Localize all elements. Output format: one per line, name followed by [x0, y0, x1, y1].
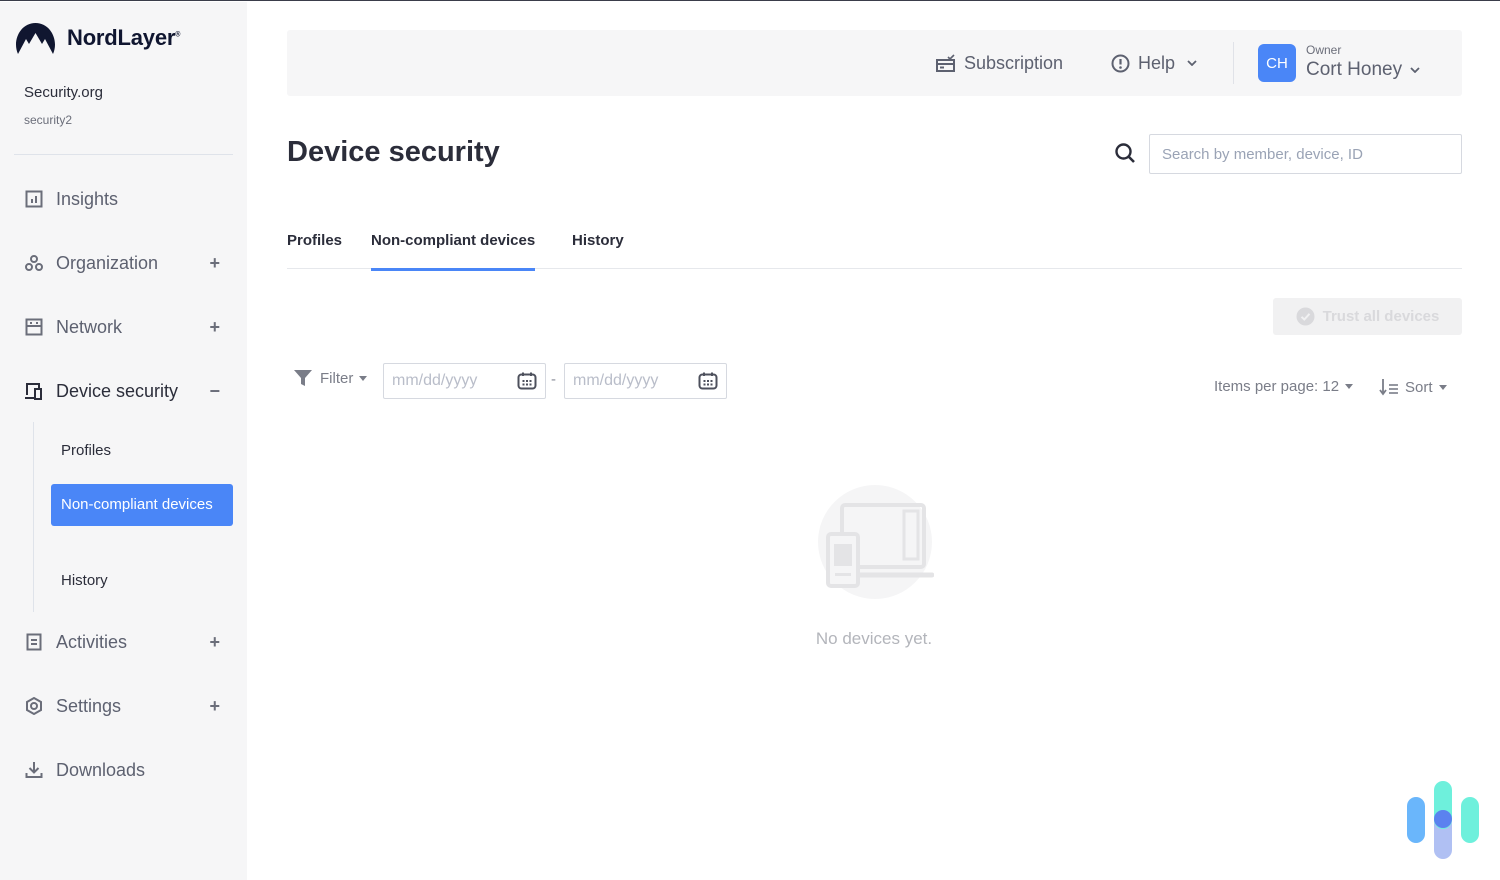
subscription-icon [936, 54, 956, 72]
insights-icon [24, 189, 44, 209]
sidebar-subitem-non-compliant-devices[interactable]: Non-compliant devices [51, 484, 233, 526]
avatar[interactable]: CH [1258, 44, 1296, 82]
help-label: Help [1138, 53, 1175, 74]
top-bar: Subscription Help CH Owner Cort Honey [287, 30, 1462, 96]
tab-history[interactable]: History [572, 232, 624, 269]
organization-name: Security.org [24, 84, 103, 101]
user-name: Cort Honey [1306, 59, 1402, 81]
search-input[interactable] [1149, 134, 1462, 174]
device-security-icon [24, 381, 44, 401]
expand-icon[interactable]: + [209, 253, 220, 274]
sidebar-item-device-security[interactable]: Device security − [24, 376, 224, 406]
downloads-icon [24, 760, 44, 780]
sidebar-item-label: Device security [56, 381, 178, 402]
organization-id: security2 [24, 113, 72, 127]
user-role: Owner [1306, 43, 1341, 57]
settings-icon [24, 696, 44, 716]
sidebar-divider [14, 154, 233, 155]
chevron-down-icon [1410, 67, 1420, 73]
sidebar-item-label: Organization [56, 253, 158, 274]
calendar-icon[interactable] [698, 372, 718, 390]
caret-down-icon [359, 376, 367, 381]
sort-label: Sort [1405, 379, 1433, 396]
caret-down-icon [1345, 384, 1353, 389]
no-devices-illustration-icon [816, 483, 934, 601]
filter-icon [294, 370, 312, 387]
sort-dropdown[interactable]: Sort [1379, 378, 1447, 396]
sidebar-item-label: Insights [56, 189, 118, 210]
filter-label: Filter [320, 370, 353, 387]
trust-all-devices-label: Trust all devices [1323, 308, 1440, 325]
organization-icon [24, 253, 44, 273]
sidebar-item-label: Network [56, 317, 122, 338]
header-divider [1233, 42, 1234, 84]
expand-icon[interactable]: + [209, 696, 220, 717]
sidebar-subitem-profiles[interactable]: Profiles [51, 442, 233, 459]
date-to-placeholder: mm/dd/yyyy [573, 372, 658, 390]
check-circle-icon [1296, 307, 1315, 326]
brand-name: NordLayer® [67, 25, 180, 51]
sidebar-item-insights[interactable]: Insights [24, 184, 224, 214]
caret-down-icon [1439, 385, 1447, 390]
help-icon [1111, 54, 1130, 73]
help-menu[interactable]: Help [1111, 30, 1205, 96]
sidebar-item-network[interactable]: Network + [24, 312, 224, 342]
network-icon [24, 317, 44, 337]
security-org-badge-icon [1404, 779, 1482, 861]
empty-state-message: No devices yet. [0, 629, 1500, 649]
subscription-link[interactable]: Subscription [936, 30, 1063, 96]
subnav-line [33, 422, 34, 612]
sidebar: NordLayer® Security.org security2 Insigh… [0, 2, 247, 880]
filter-dropdown[interactable]: Filter [294, 370, 367, 387]
sidebar-item-downloads[interactable]: Downloads [24, 755, 224, 785]
search-icon[interactable] [1114, 142, 1136, 164]
calendar-icon[interactable] [517, 372, 537, 390]
date-range-separator: - [551, 371, 556, 388]
date-from-input[interactable]: mm/dd/yyyy [383, 363, 546, 399]
sidebar-subitem-history[interactable]: History [51, 572, 233, 589]
subscription-label: Subscription [964, 53, 1063, 74]
tab-non-compliant-devices[interactable]: Non-compliant devices [371, 232, 535, 269]
trust-all-devices-button[interactable]: Trust all devices [1273, 298, 1462, 335]
nordlayer-mountain-icon [14, 21, 57, 55]
items-per-page-label: Items per page: 12 [1214, 378, 1339, 395]
sidebar-item-label: Downloads [56, 760, 145, 781]
date-from-placeholder: mm/dd/yyyy [392, 372, 477, 390]
chevron-down-icon [1187, 60, 1197, 66]
tab-profiles[interactable]: Profiles [287, 232, 342, 269]
sort-icon [1379, 378, 1399, 396]
sidebar-item-organization[interactable]: Organization + [24, 248, 224, 278]
tabs: Profiles Non-compliant devices History [287, 221, 1462, 269]
sidebar-item-settings[interactable]: Settings + [24, 691, 224, 721]
user-menu[interactable]: Cort Honey [1306, 59, 1420, 81]
collapse-icon[interactable]: − [209, 381, 220, 402]
expand-icon[interactable]: + [209, 317, 220, 338]
sidebar-item-label: Settings [56, 696, 121, 717]
page-title: Device security [287, 136, 500, 169]
date-to-input[interactable]: mm/dd/yyyy [564, 363, 727, 399]
nordlayer-logo[interactable]: NordLayer® [14, 21, 180, 55]
items-per-page-dropdown[interactable]: Items per page: 12 [1214, 378, 1353, 395]
